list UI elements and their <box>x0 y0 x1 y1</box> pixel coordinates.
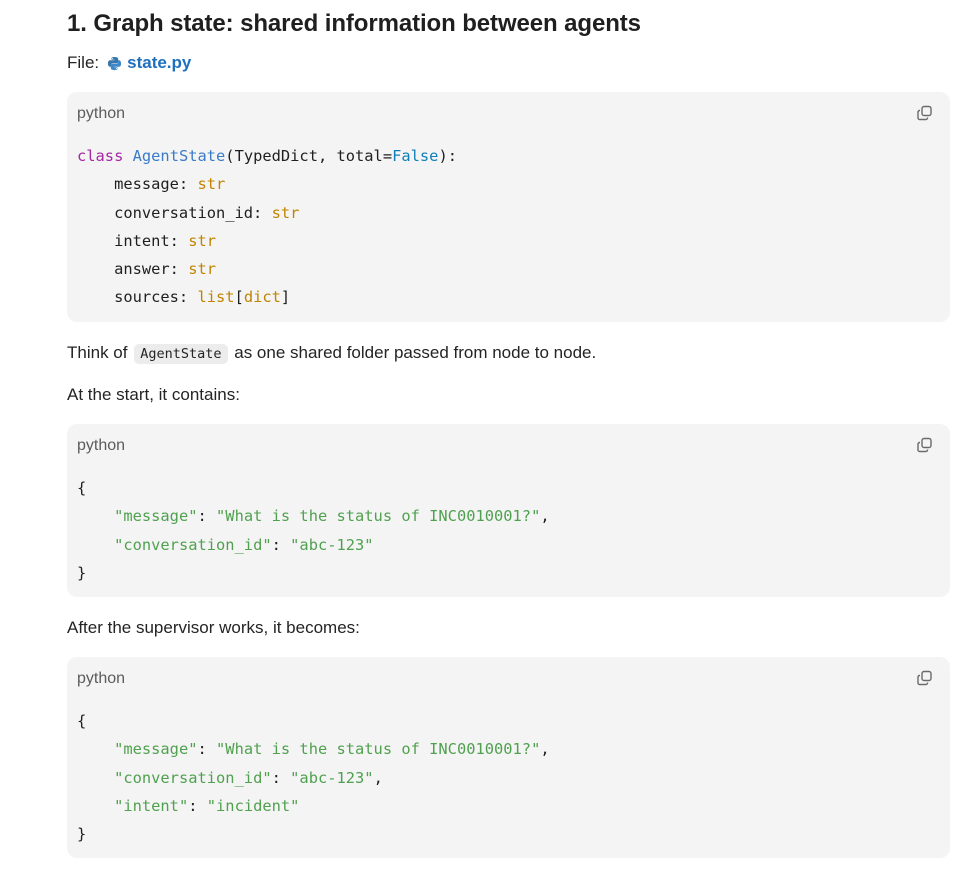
code-token: "incident" <box>206 796 300 815</box>
file-label: File: <box>67 53 100 72</box>
paragraph-at-start: At the start, it contains: <box>67 385 240 404</box>
code-token: : <box>188 796 207 815</box>
code-token: intent: <box>77 231 189 250</box>
code-token: class <box>77 147 124 165</box>
code-line: "intent": "incident" <box>77 792 550 820</box>
copy-icon[interactable] <box>916 669 934 687</box>
code-token: "conversation_id" <box>114 535 272 554</box>
code-body: { "message": "What is the status of INC0… <box>77 474 550 587</box>
code-line: } <box>77 559 550 587</box>
code-token: , <box>373 768 383 787</box>
code-token: : <box>197 740 217 759</box>
code-token: "What is the status of INC0010001?" <box>216 740 541 759</box>
code-line: "conversation_id": "abc-123" <box>77 531 550 559</box>
code-line: message: str <box>77 170 457 198</box>
copy-icon[interactable] <box>916 436 934 454</box>
code-body: { "message": "What is the status of INC0… <box>77 707 550 848</box>
code-block-agentstate: python class AgentState(TypedDict, total… <box>67 92 950 322</box>
code-token: "abc-123" <box>290 535 374 554</box>
code-token: { <box>77 712 87 730</box>
code-token: list <box>197 288 235 307</box>
code-token: str <box>188 260 217 279</box>
code-line: } <box>77 820 550 848</box>
code-line: { <box>77 707 550 735</box>
code-token: str <box>271 203 300 222</box>
code-token: , <box>540 507 550 526</box>
code-token: : <box>197 507 217 526</box>
code-token: answer: <box>77 260 189 279</box>
file-name: state.py <box>127 53 192 72</box>
code-token: "What is the status of INC0010001?" <box>216 507 541 526</box>
code-line: sources: list[dict] <box>77 283 457 311</box>
code-token: (TypedDict, total= <box>225 147 393 165</box>
code-token: AgentState <box>132 147 226 165</box>
paragraph-text: Think of <box>67 343 128 362</box>
code-language-label: python <box>77 437 126 454</box>
paragraph-after-supervisor: After the supervisor works, it becomes: <box>67 618 360 637</box>
code-token: str <box>197 175 226 194</box>
code-token: str <box>188 231 217 250</box>
code-block-initial-state: python { "message": "What is the status … <box>67 424 950 597</box>
python-icon <box>108 56 122 70</box>
section-heading: 1. Graph state: shared information betwe… <box>67 10 641 37</box>
code-token: message: <box>77 175 198 194</box>
code-token: "message" <box>114 507 198 526</box>
code-body: class AgentState(TypedDict, total=False)… <box>77 142 457 312</box>
code-line: "conversation_id": "abc-123", <box>77 764 550 792</box>
file-reference: File: state.py <box>67 51 191 75</box>
code-token: } <box>77 563 87 582</box>
code-token: "intent" <box>114 796 189 815</box>
code-language-label: python <box>77 670 126 687</box>
file-link[interactable]: state.py <box>107 51 191 75</box>
code-token: "abc-123" <box>290 768 374 787</box>
code-token: { <box>77 479 87 497</box>
code-line: conversation_id: str <box>77 199 457 227</box>
code-token: [ <box>234 288 244 307</box>
code-token: } <box>77 825 87 844</box>
code-token: , <box>540 740 550 759</box>
code-line: class AgentState(TypedDict, total=False)… <box>77 142 457 170</box>
code-line: intent: str <box>77 227 457 255</box>
code-language-label: python <box>77 105 126 122</box>
code-token: False <box>392 147 439 165</box>
code-token: "message" <box>114 740 198 759</box>
paragraph-text: as one shared folder passed from node to… <box>234 343 597 362</box>
code-token: "conversation_id" <box>114 768 272 787</box>
code-token: sources: <box>77 288 198 307</box>
code-token: ] <box>280 288 291 307</box>
code-token: ): <box>438 147 457 165</box>
code-token: dict <box>243 288 281 307</box>
code-token: : <box>271 768 291 787</box>
inline-code: AgentState <box>134 344 228 364</box>
code-line: answer: str <box>77 255 457 283</box>
code-line: "message": "What is the status of INC001… <box>77 735 550 763</box>
code-token: : <box>271 535 291 554</box>
code-token: conversation_id: <box>77 203 272 222</box>
copy-icon[interactable] <box>916 104 934 122</box>
code-line: "message": "What is the status of INC001… <box>77 502 550 530</box>
code-line: { <box>77 474 550 502</box>
code-block-updated-state: python { "message": "What is the status … <box>67 657 950 858</box>
paragraph-think-of: Think of AgentState as one shared folder… <box>67 341 596 366</box>
